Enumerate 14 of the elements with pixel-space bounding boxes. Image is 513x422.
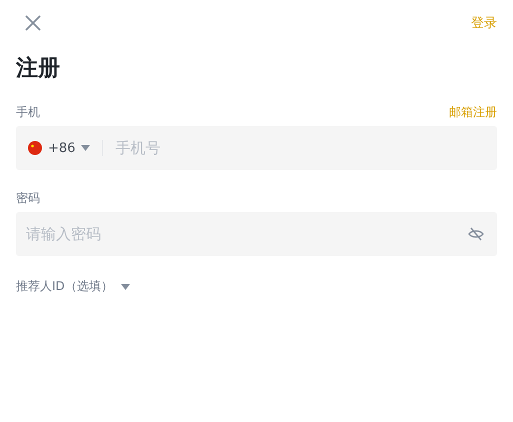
caret-icon (120, 284, 130, 290)
country-code-selector[interactable]: +86 (28, 140, 90, 156)
referral-toggle[interactable]: 推荐人ID（选填） (16, 278, 130, 295)
field-label: 手机 (16, 104, 40, 120)
close-icon[interactable] (25, 15, 41, 31)
caret-icon (81, 145, 90, 151)
eye-hidden-icon[interactable] (468, 227, 484, 241)
page-title: 注册 (16, 55, 61, 83)
flag-icon (28, 141, 42, 155)
password-field[interactable]: 请输入密码 (16, 212, 497, 256)
phone-field[interactable]: +86 手机号 (16, 126, 497, 170)
field-label: 密码 (16, 190, 40, 206)
email-register-link[interactable]: 邮箱注册 (449, 104, 497, 120)
login-link[interactable]: 登录 (471, 14, 497, 32)
